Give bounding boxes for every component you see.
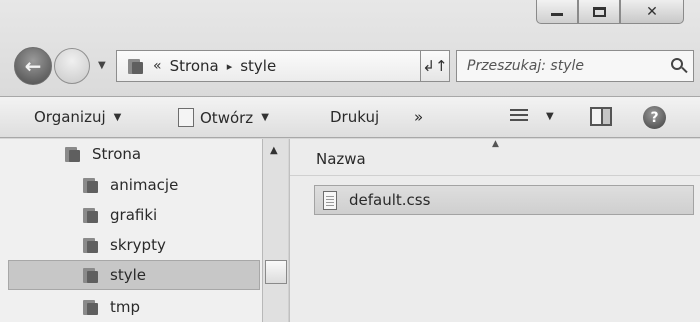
overflow-chevron-icon[interactable]: «	[153, 58, 162, 74]
open-button[interactable]: Otwórz ▼	[178, 108, 269, 127]
organize-label: Organizuj	[34, 108, 106, 126]
css-file-icon	[323, 190, 337, 210]
window-controls: ✕	[536, 0, 684, 24]
maximize-button[interactable]	[578, 0, 620, 24]
maximize-icon	[592, 6, 606, 17]
explorer-window: ✕ ← ▼ « Strona ▸ style ▼ ↲↑ Przeszukaj: …	[0, 0, 700, 322]
print-button[interactable]: Drukuj	[330, 108, 379, 126]
tree-item-strona[interactable]: Strona	[64, 139, 244, 169]
tree-item-skrypty[interactable]: skrypty	[82, 230, 252, 260]
tree-item-label: grafiki	[110, 206, 158, 224]
minimize-icon	[551, 13, 563, 16]
navigation-pane: Strona animacje grafiki skrypty style tm…	[0, 139, 262, 322]
search-input[interactable]: Przeszukaj: style	[456, 50, 694, 82]
tree-item-label: skrypty	[110, 236, 166, 254]
column-header-name[interactable]: Nazwa	[316, 150, 366, 168]
preview-pane-button[interactable]	[590, 107, 612, 126]
chevron-down-icon: ▼	[546, 110, 554, 122]
tree-item-tmp[interactable]: tmp	[82, 292, 252, 322]
open-label: Otwórz	[200, 108, 254, 127]
scrollbar-thumb[interactable]	[265, 260, 287, 284]
document-icon	[178, 108, 194, 127]
chevron-down-icon: ▼	[113, 111, 122, 123]
breadcrumb-item-strona[interactable]: Strona	[170, 57, 219, 75]
tree-item-label: tmp	[110, 298, 141, 316]
refresh-button[interactable]: ↲↑	[420, 50, 450, 82]
breadcrumb-item-style[interactable]: style	[240, 57, 276, 75]
change-view-button[interactable]: ▼	[510, 108, 554, 124]
folder-icon	[82, 299, 100, 315]
help-button[interactable]: ?	[643, 106, 666, 129]
nav-pane-scrollbar[interactable]: ▲	[262, 139, 288, 322]
organize-button[interactable]: Organizuj ▼	[34, 108, 121, 126]
file-name: default.css	[349, 191, 431, 209]
file-list-pane: ▲ Nazwa default.css	[289, 139, 700, 322]
close-icon: ✕	[646, 3, 658, 20]
close-button[interactable]: ✕	[620, 0, 684, 24]
print-label: Drukuj	[330, 108, 380, 126]
search-icon[interactable]	[671, 58, 683, 70]
tree-item-grafiki[interactable]: grafiki	[82, 200, 252, 230]
address-bar[interactable]: « Strona ▸ style ▼	[116, 50, 446, 82]
command-toolbar: Organizuj ▼ Otwórz ▼ Drukuj » ▼ ?	[0, 96, 700, 138]
tree-item-label: style	[110, 266, 146, 284]
sort-ascending-icon: ▲	[492, 139, 499, 149]
tree-item-animacje[interactable]: animacje	[82, 170, 252, 200]
tree-item-style[interactable]: style	[8, 260, 260, 290]
folder-icon	[82, 207, 100, 223]
more-commands-button[interactable]: »	[414, 108, 423, 126]
navigation-bar: ← ▼ « Strona ▸ style ▼ ↲↑ Przeszukaj: st…	[10, 44, 694, 88]
scroll-up-arrow-icon[interactable]: ▲	[270, 145, 278, 156]
folder-icon	[82, 177, 100, 193]
folder-icon	[64, 146, 82, 162]
breadcrumb: « Strona ▸ style	[153, 57, 276, 75]
refresh-icon: ↲↑	[422, 57, 448, 75]
tree-item-label: animacje	[110, 176, 179, 194]
breadcrumb-separator-icon[interactable]: ▸	[227, 60, 233, 73]
help-icon: ?	[650, 109, 659, 126]
list-item[interactable]: default.css	[314, 185, 694, 215]
recent-pages-dropdown[interactable]: ▼	[98, 60, 106, 71]
back-button[interactable]: ←	[14, 47, 52, 85]
details-view-icon	[510, 108, 528, 124]
chevron-down-icon: ▼	[261, 112, 269, 123]
folder-icon	[82, 237, 100, 253]
more-chevron-icon: »	[414, 108, 424, 126]
folder-icon	[82, 267, 100, 283]
minimize-button[interactable]	[536, 0, 578, 24]
header-divider	[290, 175, 700, 176]
tree-item-label: Strona	[92, 145, 142, 163]
search-placeholder: Przeszukaj: style	[467, 58, 584, 74]
back-arrow-icon: ←	[24, 54, 42, 78]
forward-button[interactable]	[54, 48, 90, 84]
folder-icon	[127, 58, 145, 74]
